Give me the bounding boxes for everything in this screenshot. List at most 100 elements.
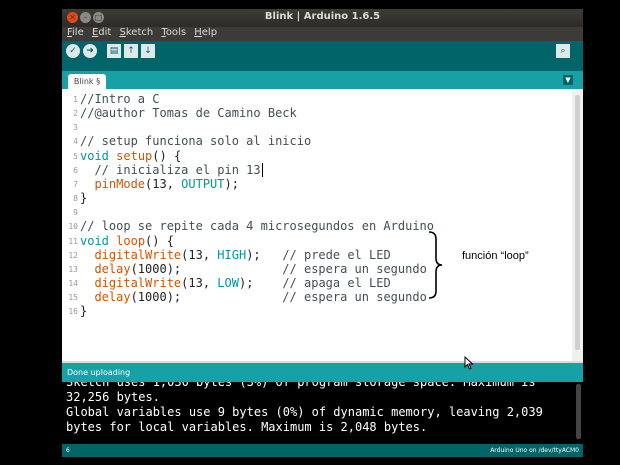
- line-number-gutter: 6: [73, 165, 78, 175]
- toolbar: ✓ ➜ ▤ ↑ ↓ ⌕: [62, 41, 583, 71]
- text-cursor: [261, 162, 263, 177]
- code-token: void: [80, 148, 109, 163]
- tab-menu-icon[interactable]: ▼: [563, 75, 573, 85]
- code-token: );: [238, 275, 283, 290]
- code-line[interactable]: // loop se repite cada 4 microsegundos e…: [80, 219, 434, 233]
- line-number-gutter: 16: [68, 307, 78, 317]
- scrollbar-thumb[interactable]: [575, 95, 580, 350]
- annotation-label: función “loop”: [462, 250, 529, 262]
- console-output: Sketch uses 1,030 bytes (3%) of program …: [62, 382, 583, 444]
- line-number-gutter: 4: [73, 137, 78, 147]
- new-file-icon[interactable]: ▤: [107, 44, 121, 58]
- line-number-gutter: 8: [73, 194, 78, 204]
- code-line[interactable]: }: [80, 191, 87, 205]
- code-line[interactable]: digitalWrite(13, LOW); // apaga el LED: [80, 275, 391, 290]
- code-token: );: [224, 176, 239, 191]
- line-number-gutter: 12: [68, 250, 78, 260]
- line-number-gutter: 1: [73, 95, 78, 104]
- code-token: digitalWrite: [94, 275, 182, 290]
- board-info: Arduino Uno on /dev/ttyACM0: [490, 447, 579, 454]
- code-token: // loop se repite cada 4 microsegundos e…: [80, 219, 435, 234]
- code-token: (13,: [181, 275, 218, 290]
- arduino-window: ✕ – □ Blink | Arduino 1.6.5 File Edit Sk…: [62, 9, 583, 457]
- curly-brace: [428, 231, 443, 299]
- code-token: (1000);: [130, 290, 283, 305]
- line-number-gutter: 3: [73, 123, 78, 133]
- footer-bar: 6 Arduino Uno on /dev/ttyACM0: [62, 444, 583, 457]
- code-line[interactable]: pinMode(13, OUTPUT);: [80, 177, 239, 191]
- arrow-right-icon[interactable]: ➜: [83, 44, 97, 58]
- line-number-gutter: 7: [73, 179, 78, 189]
- menu-edit[interactable]: Edit: [92, 27, 111, 38]
- code-line[interactable]: //Intro a C: [80, 92, 159, 106]
- console-line: Sketch uses 1,030 bytes (3%) of program …: [66, 382, 536, 389]
- code-line[interactable]: void setup() {: [80, 149, 181, 163]
- code-line[interactable]: // inicializa el pin 13: [80, 162, 263, 177]
- arrow-up-icon[interactable]: ↑: [124, 44, 138, 58]
- line-number-gutter: 10: [68, 222, 78, 232]
- code-token: LOW: [217, 275, 239, 290]
- line-number-gutter: 9: [73, 208, 78, 218]
- code-line[interactable]: }: [80, 304, 87, 318]
- code-token: // apaga el LED: [282, 275, 391, 290]
- code-token: delay: [94, 261, 131, 276]
- menu-bar: File Edit Sketch Tools Help: [62, 27, 583, 41]
- code-token: delay: [94, 290, 131, 305]
- code-token: digitalWrite: [94, 247, 182, 262]
- window-title: Blink | Arduino 1.6.5: [264, 11, 381, 22]
- status-message: Done uploading: [62, 363, 583, 382]
- code-token: //Intro a C: [80, 92, 160, 106]
- code-line[interactable]: delay(1000); // espera un segundo: [80, 290, 427, 305]
- code-token: // espera un segundo: [282, 290, 427, 305]
- code-token: HIGH: [217, 247, 247, 262]
- tab-bar: Blink § ▼: [62, 71, 583, 89]
- menu-file[interactable]: File: [67, 27, 84, 38]
- code-token: }: [80, 191, 88, 206]
- console-scrollbar[interactable]: [576, 384, 581, 439]
- line-number-gutter: 14: [68, 278, 78, 288]
- code-token: }: [80, 304, 88, 319]
- line-number-gutter: 5: [73, 151, 78, 161]
- console-line: Global variables use 9 bytes (0%) of dyn…: [66, 405, 543, 419]
- code-token: setup: [116, 148, 153, 163]
- code-token: // setup funciona solo al inicio: [80, 134, 312, 149]
- console-line: bytes for local variables. Maximum is 2,…: [66, 420, 428, 434]
- code-line[interactable]: void loop() {: [80, 234, 174, 248]
- code-line[interactable]: //@author Tomas de Camino Beck: [80, 106, 297, 120]
- mouse-pointer-icon: [464, 356, 474, 370]
- menu-help[interactable]: Help: [194, 27, 217, 38]
- code-editor[interactable]: 1//Intro a C 2//@author Tomas de Camino B…: [62, 89, 572, 361]
- code-token: (13,: [145, 176, 182, 191]
- code-token: // inicializa el pin 13: [80, 162, 261, 177]
- editor-scrollbar[interactable]: [572, 89, 583, 361]
- code-token: );: [246, 247, 283, 262]
- code-token: (1000);: [130, 261, 283, 276]
- check-icon[interactable]: ✓: [66, 44, 80, 58]
- menu-sketch[interactable]: Sketch: [120, 27, 154, 38]
- line-number: 6: [66, 447, 70, 454]
- line-number-gutter: 11: [68, 236, 78, 246]
- line-number-gutter: 15: [68, 293, 78, 303]
- line-number-gutter: 2: [73, 109, 78, 119]
- magnifier-icon[interactable]: ⌕: [556, 44, 570, 58]
- title-bar: ✕ – □ Blink | Arduino 1.6.5: [62, 9, 583, 27]
- code-token: () {: [152, 148, 182, 163]
- code-line[interactable]: delay(1000); // espera un segundo: [80, 261, 427, 276]
- code-token: //@author Tomas de Camino Beck: [80, 106, 297, 121]
- code-token: // espera un segundo: [282, 261, 427, 276]
- line-number-gutter: 13: [68, 264, 78, 274]
- code-token: OUTPUT: [181, 176, 225, 191]
- code-line[interactable]: // setup funciona solo al inicio: [80, 134, 311, 148]
- menu-tools[interactable]: Tools: [161, 27, 186, 38]
- code-token: void: [80, 233, 109, 248]
- code-token: loop: [116, 233, 146, 248]
- code-token: // prede el LED: [282, 247, 391, 262]
- arrow-down-icon[interactable]: ↓: [141, 44, 155, 58]
- code-token: (13,: [181, 247, 218, 262]
- tab-blink[interactable]: Blink §: [68, 74, 106, 89]
- code-line[interactable]: digitalWrite(13, HIGH); // prede el LED: [80, 247, 391, 262]
